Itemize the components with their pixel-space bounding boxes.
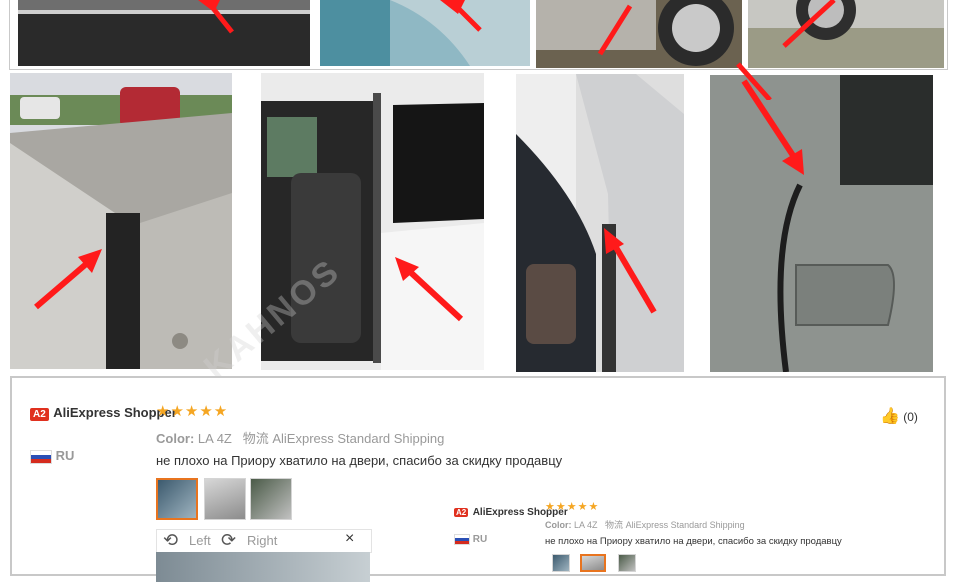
review-text: не плохо на Приору хватило на двери, спа… bbox=[156, 453, 563, 468]
connector-arrow bbox=[736, 62, 772, 100]
small-review-meta: Color: LA 4Z 物流 AliExpress Standard Ship… bbox=[545, 520, 745, 530]
review-panel: A2 AliExpress Shopper RU ★★★★★ Color: LA… bbox=[10, 376, 946, 582]
review-thumbnail-1[interactable] bbox=[156, 478, 198, 520]
small-thumbnail-3[interactable] bbox=[618, 554, 636, 572]
close-viewer-button[interactable]: × bbox=[345, 530, 354, 548]
small-rating-stars: ★★★★★ bbox=[545, 501, 600, 513]
white-car-door-photo bbox=[261, 73, 484, 370]
small-review-text: не плохо на Приору хватило на двери, спа… bbox=[545, 536, 842, 547]
small-reviewer-badge: A2 bbox=[454, 508, 469, 517]
review-thumbnail-3[interactable] bbox=[250, 478, 292, 520]
top-photo-3 bbox=[536, 0, 742, 68]
rotate-right-button[interactable]: Right bbox=[247, 533, 277, 548]
reviewer-level-badge: A2 bbox=[30, 408, 49, 421]
rotate-right-icon[interactable]: ⟳ bbox=[221, 530, 236, 551]
top-photo-4 bbox=[748, 0, 944, 68]
reflection-door-photo bbox=[516, 74, 684, 372]
review-thumbnail-2[interactable] bbox=[204, 478, 246, 520]
door-handle-photo bbox=[710, 75, 933, 372]
image-viewer-preview bbox=[156, 552, 370, 582]
reviewer-country: RU bbox=[30, 448, 74, 464]
like-button[interactable]: 👍 (0) bbox=[880, 406, 918, 426]
small-thumbnail-1[interactable] bbox=[552, 554, 570, 572]
review-meta: Color: LA 4Z 物流 AliExpress Standard Ship… bbox=[156, 431, 445, 446]
image-viewer-toolbar: ⟲ Left ⟳ Right × bbox=[156, 529, 372, 553]
reviewer-info: A2 AliExpress Shopper bbox=[30, 404, 177, 422]
small-russia-flag-icon bbox=[454, 534, 470, 545]
rotate-left-button[interactable]: Left bbox=[189, 533, 211, 548]
top-photo-1 bbox=[18, 0, 310, 66]
door-pillar-photo bbox=[10, 73, 232, 369]
top-photo-2 bbox=[320, 0, 530, 66]
rating-stars: ★★★★★ bbox=[156, 403, 229, 420]
rotate-left-icon[interactable]: ⟲ bbox=[163, 530, 178, 551]
small-reviewer-country: RU bbox=[454, 534, 487, 545]
thumbs-up-icon: 👍 bbox=[880, 408, 900, 425]
small-thumbnail-2[interactable] bbox=[580, 554, 606, 572]
russia-flag-icon bbox=[30, 449, 52, 464]
